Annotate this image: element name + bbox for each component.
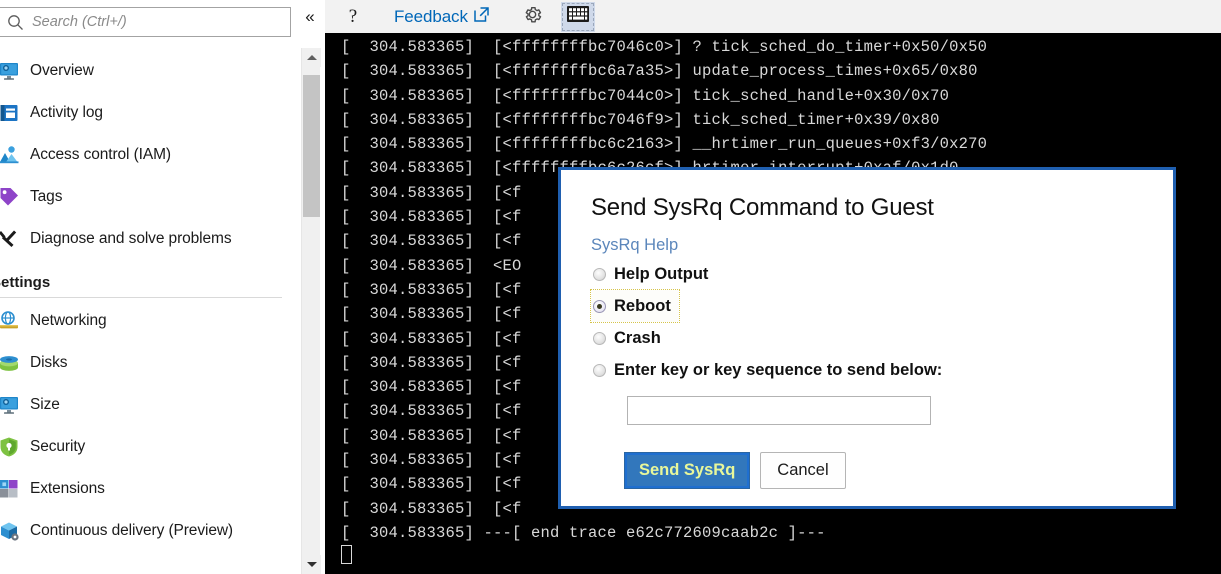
sidebar-item-label: Continuous delivery (Preview)	[30, 522, 233, 539]
sidebar-divider	[0, 297, 282, 298]
sidebar: « Overview	[0, 0, 325, 574]
help-button[interactable]: ?	[336, 2, 370, 32]
sidebar-item-label: Tags	[30, 188, 63, 205]
sidebar-item-disks[interactable]: Disks	[0, 342, 292, 384]
wrench-icon	[0, 226, 22, 252]
radio-button-icon[interactable]	[593, 331, 606, 345]
sidebar-nav: Overview Activity log Access control (IA…	[0, 50, 292, 552]
collapse-sidebar-button[interactable]: «	[298, 4, 322, 28]
monitor-icon	[0, 58, 22, 84]
console-cursor-line	[325, 545, 1221, 569]
scrollbar-thumb[interactable]	[303, 75, 320, 217]
sidebar-item-label: Disks	[30, 354, 68, 371]
feedback-link[interactable]: Feedback	[394, 2, 491, 32]
shield-icon	[0, 434, 22, 460]
radio-button-icon[interactable]	[593, 299, 606, 313]
radio-option-label: Help Output	[614, 264, 709, 283]
tag-icon	[0, 184, 22, 210]
sidebar-section-settings: Settings	[0, 274, 51, 291]
sidebar-scrollbar[interactable]	[301, 48, 321, 574]
sidebar-item-activity-log[interactable]: Activity log	[0, 92, 292, 134]
sysrq-option-group: Help Output Reboot Crash Enter key or key s…	[590, 258, 1143, 386]
search-input[interactable]	[28, 14, 290, 30]
sidebar-item-label: Activity log	[30, 104, 103, 121]
console-line: [ 304.583365] [<ffffffffbc6a7a35>] updat…	[341, 62, 978, 81]
external-link-icon	[472, 5, 491, 29]
sidebar-item-access-control[interactable]: Access control (IAM)	[0, 134, 292, 176]
sysrq-help-link[interactable]: SysRq Help	[591, 236, 678, 255]
sidebar-item-networking[interactable]: Networking	[0, 300, 292, 342]
app-window: « Overview	[0, 0, 1221, 574]
sidebar-item-label: Security	[30, 438, 86, 455]
sidebar-item-label: Extensions	[30, 480, 105, 497]
extensions-icon	[0, 476, 22, 502]
feedback-label: Feedback	[394, 6, 468, 26]
dialog-title: Send SysRq Command to Guest	[591, 194, 934, 221]
radio-option-label: Crash	[614, 328, 661, 347]
console-line: [ 304.583365] ---[ end trace e62c772609c…	[341, 523, 826, 542]
continuous-delivery-icon	[0, 518, 22, 544]
radio-option-3[interactable]: Enter key or key sequence to send below:	[591, 354, 950, 386]
sidebar-item-label: Diagnose and solve problems	[30, 230, 232, 247]
radio-option-0[interactable]: Help Output	[591, 258, 716, 290]
settings-button[interactable]	[517, 2, 549, 32]
sidebar-item-overview[interactable]: Overview	[0, 50, 292, 92]
console-line: [ 304.583365] [<ffffffffbc7046f9>] tick_…	[341, 110, 940, 129]
scroll-down-arrow-icon[interactable]	[302, 555, 321, 574]
keyboard-button[interactable]	[560, 1, 595, 32]
sidebar-item-extensions[interactable]: Extensions	[0, 468, 292, 510]
radio-option-label: Reboot	[614, 296, 671, 315]
search-box[interactable]	[0, 7, 291, 37]
networking-icon	[0, 308, 22, 334]
radio-button-icon[interactable]	[593, 267, 606, 281]
keyboard-icon	[566, 6, 589, 27]
sidebar-item-tags[interactable]: Tags	[0, 176, 292, 218]
gear-icon	[522, 4, 543, 30]
send-sysrq-button[interactable]: Send SysRq	[624, 452, 751, 489]
size-icon	[0, 392, 22, 418]
console-line: [ 304.583365] [<ffffffffbc7046c0>] ? tic…	[341, 38, 988, 56]
radio-button-icon[interactable]	[593, 363, 606, 377]
console-toolbar: ? Feedback	[325, 0, 1221, 33]
sidebar-item-label: Overview	[30, 62, 94, 79]
sidebar-item-label: Access control (IAM)	[30, 146, 171, 163]
sidebar-item-security[interactable]: Security	[0, 426, 292, 468]
disks-icon	[0, 350, 22, 376]
console-line: [ 304.583365] [<ffffffffbc6c2163>] __hrt…	[341, 135, 988, 154]
sysrq-dialog: Send SysRq Command to Guest SysRq Help H…	[558, 167, 1176, 509]
sidebar-item-continuous-delivery[interactable]: Continuous delivery (Preview)	[0, 510, 292, 552]
sidebar-item-diagnose[interactable]: Diagnose and solve problems	[0, 218, 292, 260]
scroll-up-arrow-icon[interactable]	[302, 48, 321, 67]
radio-option-1[interactable]: Reboot	[590, 289, 680, 323]
dialog-actions: Send SysRq Cancel	[624, 452, 1143, 489]
radio-option-label: Enter key or key sequence to send below:	[614, 360, 943, 379]
key-sequence-input[interactable]	[627, 396, 931, 425]
sidebar-item-size[interactable]: Size	[0, 384, 292, 426]
access-control-icon	[0, 142, 22, 168]
sidebar-item-label: Size	[30, 396, 60, 413]
search-icon	[2, 9, 28, 35]
console-line: [ 304.583365] [<ffffffffbc7044c0>] tick_…	[341, 86, 950, 105]
cancel-button[interactable]: Cancel	[760, 452, 846, 489]
sidebar-item-label: Networking	[30, 312, 107, 329]
radio-option-2[interactable]: Crash	[591, 322, 669, 354]
activity-log-icon	[0, 100, 22, 126]
cursor-block-icon	[341, 545, 352, 565]
